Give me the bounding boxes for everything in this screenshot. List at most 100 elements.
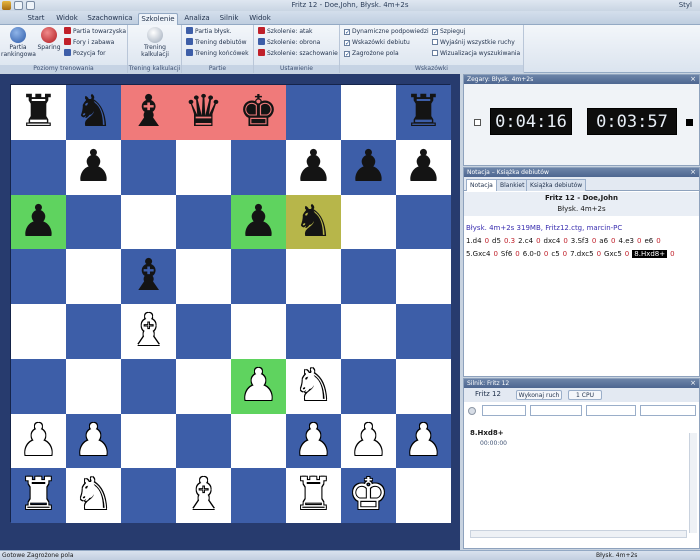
board-square[interactable]: ♜ bbox=[11, 468, 66, 523]
black-pawn-icon[interactable]: ♟ bbox=[74, 141, 113, 192]
tab-start[interactable]: Start bbox=[22, 13, 50, 25]
board-square[interactable] bbox=[341, 249, 396, 304]
board-square[interactable]: ♞ bbox=[286, 194, 341, 250]
board-square[interactable] bbox=[176, 358, 231, 414]
attack-training-button[interactable]: Szkolenie: atak bbox=[258, 27, 313, 37]
board-square[interactable]: ♞ bbox=[66, 85, 121, 140]
tab-silnik[interactable]: Silnik bbox=[216, 13, 242, 25]
move[interactable]: 2.c4 bbox=[518, 237, 533, 245]
white-rook-icon[interactable]: ♜ bbox=[294, 469, 333, 520]
move[interactable]: d5 bbox=[492, 237, 501, 245]
board-square[interactable] bbox=[231, 413, 286, 469]
board-square[interactable] bbox=[121, 358, 176, 414]
board-square[interactable]: ♝ bbox=[121, 304, 176, 359]
move[interactable]: 7.dxc5 bbox=[570, 250, 593, 258]
black-rook-icon[interactable]: ♜ bbox=[404, 86, 443, 137]
tab-blankiet[interactable]: Blankiet bbox=[496, 179, 529, 191]
board-square[interactable]: ♟ bbox=[11, 194, 66, 250]
board-square[interactable] bbox=[396, 194, 451, 250]
board-square[interactable] bbox=[396, 249, 451, 304]
board-square[interactable] bbox=[176, 139, 231, 195]
close-icon[interactable]: × bbox=[690, 75, 696, 84]
friendly-game-button[interactable]: Partia towarzyska bbox=[64, 27, 126, 37]
black-pawn-icon[interactable]: ♟ bbox=[239, 196, 278, 247]
board-square[interactable]: ♟ bbox=[286, 139, 341, 195]
board-square[interactable] bbox=[231, 139, 286, 195]
defense-training-button[interactable]: Szkolenie: obrona bbox=[258, 38, 320, 48]
board-square[interactable] bbox=[231, 304, 286, 359]
board-square[interactable] bbox=[121, 194, 176, 250]
black-pawn-icon[interactable]: ♟ bbox=[404, 141, 443, 192]
board-square[interactable] bbox=[396, 304, 451, 359]
opening-training-button[interactable]: Trening debiutów bbox=[186, 38, 247, 48]
cpu-button[interactable]: 1 CPU bbox=[568, 390, 602, 400]
board-square[interactable]: ♚ bbox=[341, 468, 396, 523]
board-square[interactable] bbox=[341, 358, 396, 414]
tab-szkolenie[interactable]: Szkolenie bbox=[138, 13, 178, 25]
spy-checkbox[interactable]: ✓ Szpieguj bbox=[432, 27, 465, 37]
board-square[interactable] bbox=[121, 468, 176, 523]
board-square[interactable]: ♜ bbox=[11, 85, 66, 140]
board-square[interactable]: ♟ bbox=[396, 139, 451, 195]
tab-wstaw[interactable]: Widok bbox=[52, 13, 82, 25]
move[interactable]: 6.0-0 bbox=[523, 250, 541, 258]
board-square[interactable] bbox=[231, 249, 286, 304]
move[interactable]: dxc4 bbox=[544, 237, 561, 245]
move[interactable]: 3.Sf3 bbox=[571, 237, 589, 245]
sparring-button[interactable]: Sparing bbox=[36, 27, 62, 51]
endgame-training-button[interactable]: Trening końcówek bbox=[186, 49, 249, 59]
board-square[interactable] bbox=[286, 249, 341, 304]
board-square[interactable] bbox=[396, 468, 451, 523]
chess-board[interactable]: ♜ ♞ ♝ ♛ ♚ ♜ ♟ ♟ ♟ ♟ ♟ ♟ ♞ ♝ ♝ ♟ ♞ ♟ ♟ ♟ ♟ ♟ ♜ ♞ ♝ ♜ ♚ bbox=[10, 84, 451, 523]
white-bishop-icon[interactable]: ♝ bbox=[184, 469, 223, 520]
white-pawn-icon[interactable]: ♟ bbox=[239, 360, 278, 411]
style-menu[interactable]: Styl bbox=[679, 1, 692, 9]
board-square[interactable] bbox=[11, 304, 66, 359]
move[interactable]: Gxc5 bbox=[604, 250, 622, 258]
black-rook-icon[interactable]: ♜ bbox=[19, 86, 58, 137]
board-square[interactable] bbox=[66, 194, 121, 250]
explain-moves-checkbox[interactable]: Wyjaśnij wszystkie ruchy bbox=[432, 38, 515, 48]
board-square[interactable] bbox=[176, 194, 231, 250]
board-square[interactable]: ♞ bbox=[286, 358, 341, 414]
move[interactable]: a6 bbox=[599, 237, 608, 245]
ranked-game-button[interactable]: Partia rankingowa bbox=[1, 27, 36, 58]
board-square[interactable] bbox=[11, 249, 66, 304]
black-knight-icon[interactable]: ♞ bbox=[294, 196, 333, 247]
move-list[interactable]: Błysk. 4m+2s 319MB, Fritz12.ctg, marcin-… bbox=[466, 222, 693, 261]
board-square[interactable] bbox=[286, 85, 341, 140]
board-square[interactable] bbox=[231, 468, 286, 523]
white-knight-icon[interactable]: ♞ bbox=[74, 469, 113, 520]
board-square[interactable] bbox=[176, 249, 231, 304]
board-square[interactable]: ♞ bbox=[66, 468, 121, 523]
move[interactable]: c5 bbox=[551, 250, 559, 258]
tab-analiza[interactable]: Analiza bbox=[182, 13, 212, 25]
handicap-button[interactable]: Fory i zabawa bbox=[64, 38, 114, 48]
board-square[interactable] bbox=[11, 139, 66, 195]
white-pawn-icon[interactable]: ♟ bbox=[404, 415, 443, 466]
move[interactable]: Sf6 bbox=[501, 250, 512, 258]
board-square[interactable]: ♟ bbox=[231, 358, 286, 414]
black-bishop-icon[interactable]: ♝ bbox=[129, 86, 168, 137]
threatened-squares-checkbox[interactable]: ✓ Zagrożone pola bbox=[344, 49, 399, 59]
white-pawn-icon[interactable]: ♟ bbox=[349, 415, 388, 466]
board-square[interactable] bbox=[121, 413, 176, 469]
board-square[interactable] bbox=[341, 194, 396, 250]
move[interactable]: 1.d4 bbox=[466, 237, 482, 245]
tab-notacja[interactable]: Notacja bbox=[466, 179, 497, 191]
move[interactable]: 4.e3 bbox=[619, 237, 634, 245]
close-icon[interactable]: × bbox=[690, 168, 696, 177]
board-square[interactable] bbox=[121, 139, 176, 195]
black-pawn-icon[interactable]: ♟ bbox=[19, 196, 58, 247]
make-move-button[interactable]: Wykonaj ruch bbox=[516, 390, 562, 400]
board-square[interactable]: ♝ bbox=[176, 468, 231, 523]
board-square[interactable] bbox=[11, 358, 66, 414]
board-square[interactable]: ♚ bbox=[231, 85, 286, 140]
board-square[interactable]: ♛ bbox=[176, 85, 231, 140]
move[interactable]: e6 bbox=[644, 237, 653, 245]
board-square[interactable]: ♟ bbox=[231, 194, 286, 250]
calculation-training-button[interactable]: Trening kalkulacji bbox=[134, 27, 176, 58]
dynamic-hints-checkbox[interactable]: ✓ Dynamiczne podpowiedzi bbox=[344, 27, 429, 37]
board-square[interactable] bbox=[341, 85, 396, 140]
opening-hints-checkbox[interactable]: ✓ Wskazówki debiutu bbox=[344, 38, 410, 48]
